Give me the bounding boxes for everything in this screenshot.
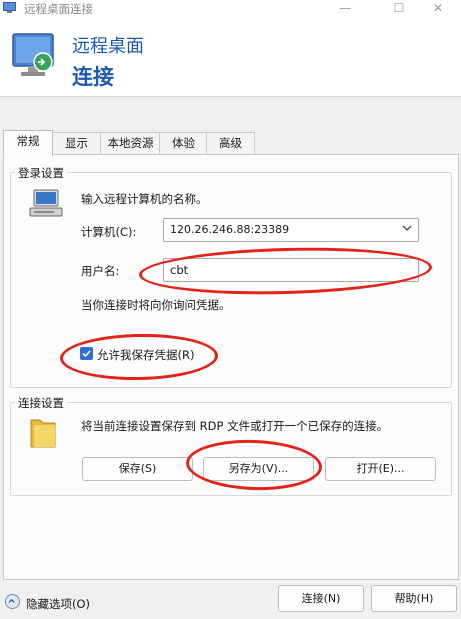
hide-options-label[interactable]: 隐藏选项(O) [26,596,90,612]
username-label: 用户名: [81,264,120,278]
title-bar: 远程桌面连接 — ☐ ✕ [0,0,461,18]
banner-divider [0,96,461,97]
credential-note: 当你连接时将向你询问凭据。 [81,298,231,312]
connect-button[interactable]: 连接(N) [278,585,364,612]
tab-advanced[interactable]: 高级 [206,132,255,155]
computer-label: 计算机(C): [81,225,137,239]
remote-desktop-monitor-icon [12,33,54,76]
computer-name-prompt: 输入远程计算机的名称。 [81,192,208,206]
banner-title-line2: 连接 [72,65,114,89]
hide-options-button[interactable] [5,594,20,609]
login-settings-group-label: 登录设置 [15,165,67,181]
computer-combobox[interactable]: 120.26.246.88:23389 [163,218,419,242]
banner-title-line1: 远程桌面 [72,36,144,57]
tab-local-resources[interactable]: 本地资源 [100,132,161,155]
tab-display[interactable]: 显示 [51,132,102,155]
remote-desktop-app-icon [3,2,16,13]
connection-settings-group-label: 连接设置 [15,395,67,411]
save-button[interactable]: 保存(S) [82,457,193,481]
close-button[interactable]: ✕ [415,0,461,18]
help-button[interactable]: 帮助(H) [371,585,457,612]
window-title: 远程桌面连接 [24,2,93,16]
minimize-button[interactable]: — [322,0,368,18]
tab-general[interactable]: 常规 [3,130,53,156]
header-banner: 远程桌面 连接 [0,18,461,96]
folder-icon [30,419,56,448]
computer-icon [29,189,63,217]
chevron-down-icon[interactable] [402,223,412,233]
connection-settings-description: 将当前连接设置保存到 RDP 文件或打开一个已保存的连接。 [81,419,389,433]
computer-combobox-value: 120.26.246.88:23389 [170,223,290,236]
open-button[interactable]: 打开(E)... [325,457,436,481]
chevron-up-icon [8,598,15,603]
tab-experience[interactable]: 体验 [159,132,208,155]
